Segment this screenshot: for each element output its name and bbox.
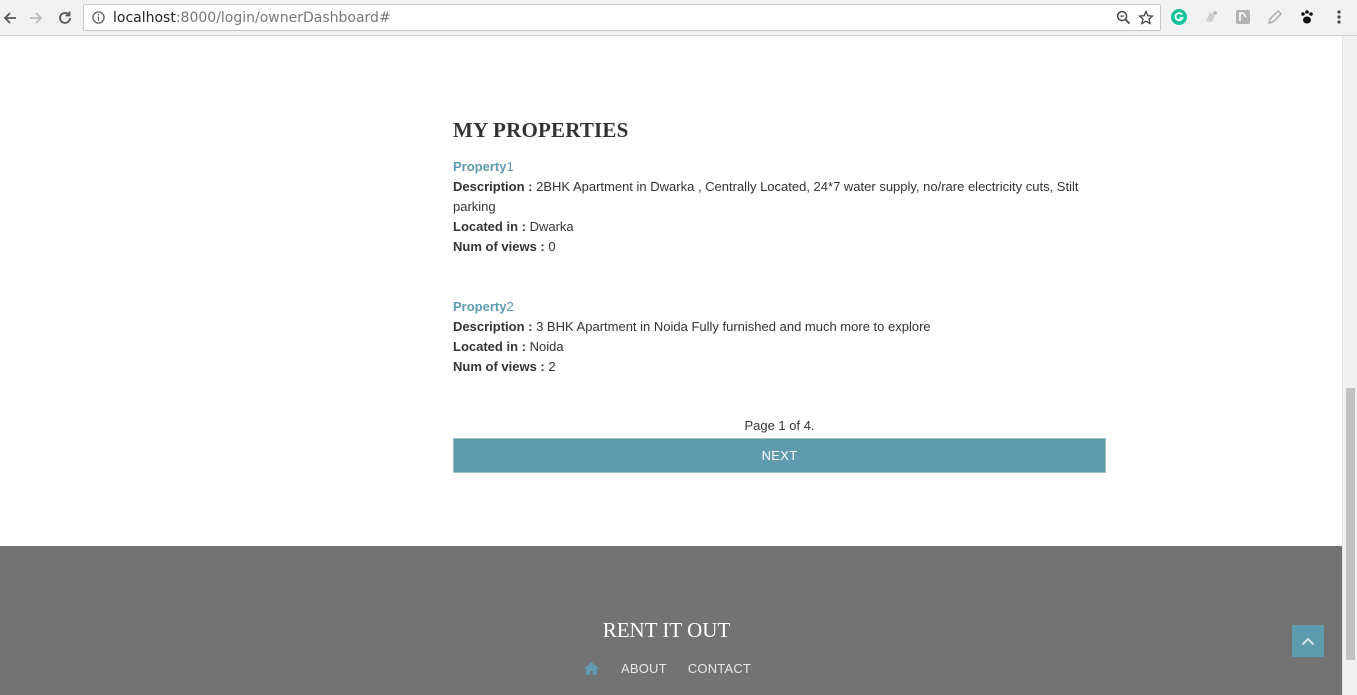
footer: RENT IT OUT ABOUT CONTACT [0,546,1342,695]
back-arrow-icon[interactable] [0,6,22,30]
extension-icon[interactable] [1234,8,1252,26]
property-views: Num of views : 2 [453,359,556,374]
property-title[interactable]: Property2 [453,297,1106,317]
back-to-top-button[interactable] [1292,625,1324,657]
property-description: Description : 3 BHK Apartment in Noida F… [453,319,931,334]
browser-toolbar: localhost:8000/login/ownerDashboard# [0,0,1357,36]
reload-icon[interactable] [53,6,77,30]
grammarly-icon[interactable] [1170,8,1188,26]
address-bar[interactable]: localhost:8000/login/ownerDashboard# [83,4,1161,31]
footer-brand: RENT IT OUT [602,618,731,642]
home-icon[interactable] [583,660,600,676]
forward-arrow-icon[interactable] [24,6,48,30]
page-scrollbar[interactable] [1342,36,1357,695]
url-text: localhost:8000/login/ownerDashboard# [113,10,391,26]
menu-icon[interactable] [1330,8,1348,26]
property-location: Located in : Dwarka [453,219,574,234]
page-viewport: MY PROPERTIES Property1 Description : 2B… [0,36,1342,695]
pencil-icon[interactable] [1266,8,1284,26]
property-views: Num of views : 0 [453,239,556,254]
property-location: Located in : Noida [453,339,564,354]
info-icon[interactable] [92,11,105,29]
paw-icon[interactable] [1298,8,1316,26]
property-card: Property1 Description : 2BHK Apartment i… [453,157,1106,257]
zoom-icon[interactable] [1116,10,1131,30]
extension-icon[interactable] [1202,8,1220,26]
footer-nav: ABOUT CONTACT [583,660,772,676]
scrollbar-thumb[interactable] [1346,388,1355,660]
page-title: MY PROPERTIES [453,118,629,142]
property-title[interactable]: Property1 [453,157,1106,177]
footer-link-about[interactable]: ABOUT [621,661,667,676]
pagination-status: Page 1 of 4. [744,418,815,433]
next-button[interactable]: NEXT [453,438,1106,473]
property-description: Description : 2BHK Apartment in Dwarka ,… [453,179,1079,214]
chevron-up-icon [1301,637,1315,646]
footer-link-contact[interactable]: CONTACT [688,661,751,676]
property-card: Property2 Description : 3 BHK Apartment … [453,297,1106,377]
star-icon[interactable] [1137,9,1155,31]
